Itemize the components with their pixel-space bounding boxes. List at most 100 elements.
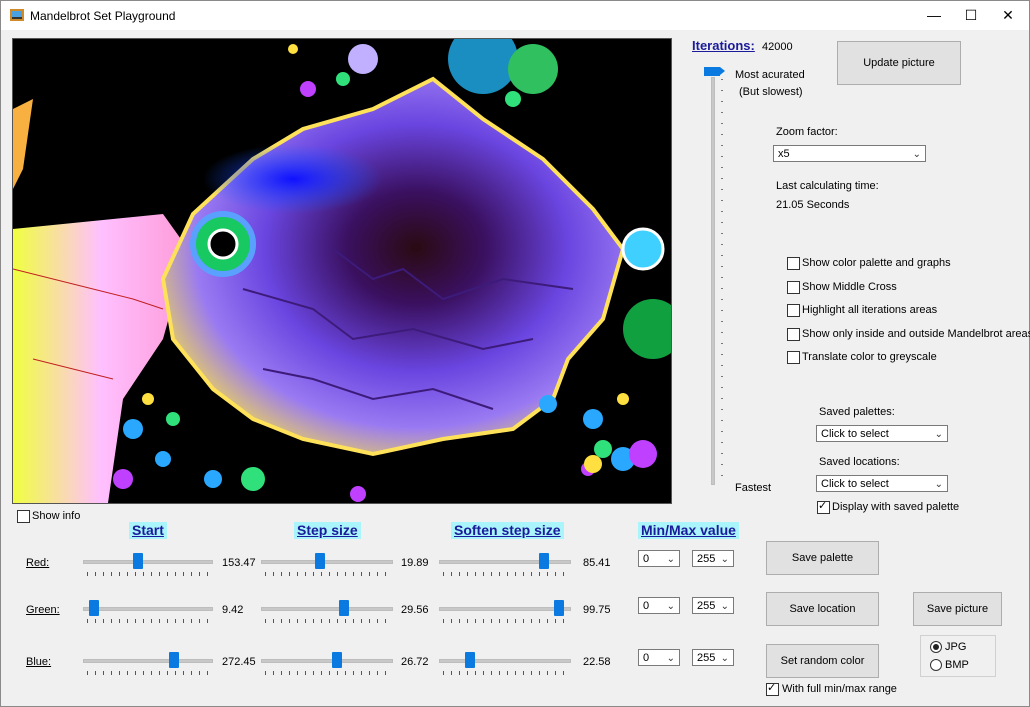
green-soften-value: 99.75 — [583, 604, 611, 616]
iterations-label: Iterations: — [692, 38, 755, 53]
green-start-slider-thumb[interactable] — [88, 600, 99, 616]
red-start-slider-track — [83, 560, 213, 564]
blue-min-select[interactable]: 0 ⌄ — [638, 649, 680, 666]
saved-palettes-value: Click to select — [821, 428, 889, 440]
zoom-factor-label: Zoom factor: — [776, 126, 838, 138]
minimize-icon: — — [927, 7, 941, 23]
green-max-value: 255 — [697, 600, 716, 612]
option-label-0: Show color palette and graphs — [802, 257, 951, 269]
jpg-radio[interactable] — [930, 641, 942, 653]
header-min-max: Min/Max value — [638, 522, 739, 539]
iterations-slider-thumb[interactable] — [704, 67, 725, 76]
bmp-radio[interactable] — [930, 659, 942, 671]
blue-step-slider-track — [261, 659, 393, 663]
header-step-size: Step size — [294, 522, 361, 539]
red-step-value: 19.89 — [401, 557, 429, 569]
jpg-label: JPG — [945, 641, 967, 653]
display-saved-palette-label: Display with saved palette — [832, 501, 960, 513]
green-step-value: 29.56 — [401, 604, 429, 616]
blue-step-value: 26.72 — [401, 656, 429, 668]
red-soften-slider-thumb[interactable] — [538, 553, 549, 569]
saved-palettes-label: Saved palettes: — [819, 406, 895, 418]
main-window: Mandelbrot Set Playground — ☐ ✕ Show inf… — [0, 0, 1030, 707]
blue-start-slider-track — [83, 659, 213, 663]
save-picture-button[interactable]: Save picture — [913, 592, 1002, 626]
maximize-icon: ☐ — [964, 7, 978, 23]
red-min-value: 0 — [643, 553, 650, 565]
blue-soften-slider-thumb[interactable] — [465, 652, 476, 668]
green-row-label: Green: — [26, 604, 60, 616]
calc-time-label: Last calculating time: — [776, 180, 879, 192]
green-max-select[interactable]: 255 ⌄ — [692, 597, 734, 614]
saved-locations-select[interactable]: Click to select ⌄ — [816, 475, 948, 492]
green-start-slider-ticks — [87, 619, 209, 623]
option-checkbox-0[interactable] — [787, 257, 800, 270]
green-soften-slider-thumb[interactable] — [554, 600, 565, 616]
red-min-select[interactable]: 0 ⌄ — [638, 550, 680, 567]
blue-step-slider-thumb[interactable] — [331, 652, 342, 668]
iterations-top-sublabel: (But slowest) — [739, 86, 803, 98]
red-step-slider-thumb[interactable] — [315, 553, 325, 569]
red-step-slider-ticks — [265, 572, 389, 576]
full-range-label: With full min/max range — [782, 683, 897, 695]
red-start-slider-thumb[interactable] — [132, 553, 143, 569]
red-max-value: 255 — [697, 553, 716, 565]
blue-start-slider-ticks — [87, 671, 209, 675]
option-checkbox-2[interactable] — [787, 304, 800, 317]
chevron-down-icon: ⌄ — [912, 149, 921, 160]
option-label-2: Highlight all iterations areas — [802, 304, 938, 316]
green-min-select[interactable]: 0 ⌄ — [638, 597, 680, 614]
zoom-factor-value: x5 — [778, 148, 790, 160]
green-step-slider-ticks — [265, 619, 389, 623]
save-palette-button[interactable]: Save palette — [766, 541, 879, 575]
random-color-button[interactable]: Set random color — [766, 644, 879, 678]
option-checkbox-1[interactable] — [787, 281, 800, 294]
display-saved-palette-checkbox[interactable] — [817, 499, 830, 514]
option-checkbox-4[interactable] — [787, 351, 800, 364]
green-start-slider-track — [83, 607, 213, 611]
header-soften-step: Soften step size — [451, 522, 564, 539]
update-picture-button[interactable]: Update picture — [837, 41, 961, 85]
iterations-slider-ticks — [721, 79, 723, 481]
red-max-select[interactable]: 255 ⌄ — [692, 550, 734, 567]
blue-step-slider-ticks — [265, 671, 389, 675]
blue-start-slider-thumb[interactable] — [169, 652, 180, 668]
chevron-down-icon: ⌄ — [934, 479, 943, 490]
green-step-slider-thumb[interactable] — [339, 600, 349, 616]
zoom-factor-select[interactable]: x5 ⌄ — [773, 145, 926, 162]
option-checkbox-3[interactable] — [787, 328, 800, 341]
chevron-down-icon: ⌄ — [934, 429, 943, 440]
mandelbrot-image — [13, 39, 671, 503]
show-info-checkbox[interactable] — [17, 510, 30, 523]
saved-locations-label: Saved locations: — [819, 456, 900, 468]
green-start-value: 9.42 — [222, 604, 244, 616]
option-label-3: Show only inside and outside Mandelbrot … — [802, 328, 1030, 340]
chevron-down-icon: ⌄ — [720, 554, 729, 565]
blue-max-select[interactable]: 255 ⌄ — [692, 649, 734, 666]
full-range-checkbox[interactable] — [766, 681, 779, 696]
iterations-value: 42000 — [762, 41, 793, 53]
saved-palettes-select[interactable]: Click to select ⌄ — [816, 425, 948, 442]
chevron-down-icon: ⌄ — [720, 653, 729, 664]
option-label-4: Translate color to greyscale — [802, 351, 937, 363]
option-label-1: Show Middle Cross — [802, 281, 897, 293]
chevron-down-icon: ⌄ — [666, 554, 675, 565]
red-row-label: Red: — [26, 557, 50, 569]
bmp-label: BMP — [945, 659, 969, 671]
red-soften-slider-track — [439, 560, 571, 564]
blue-soften-slider-ticks — [443, 671, 567, 675]
mandelbrot-canvas[interactable] — [12, 38, 672, 504]
calc-time-value: 21.05 Seconds — [776, 199, 850, 211]
close-button[interactable]: ✕ — [986, 1, 1030, 30]
red-soften-slider-ticks — [443, 572, 567, 576]
red-start-value: 153.47 — [222, 557, 256, 569]
green-soften-slider-track — [439, 607, 571, 611]
iterations-slider-track — [711, 77, 715, 485]
show-info-label: Show info — [32, 510, 81, 522]
green-min-value: 0 — [643, 600, 650, 612]
chevron-down-icon: ⌄ — [666, 653, 675, 664]
iterations-bottom-label: Fastest — [735, 482, 772, 494]
iterations-top-label: Most acurated — [735, 69, 805, 81]
save-location-button[interactable]: Save location — [766, 592, 879, 626]
blue-min-value: 0 — [643, 652, 650, 664]
